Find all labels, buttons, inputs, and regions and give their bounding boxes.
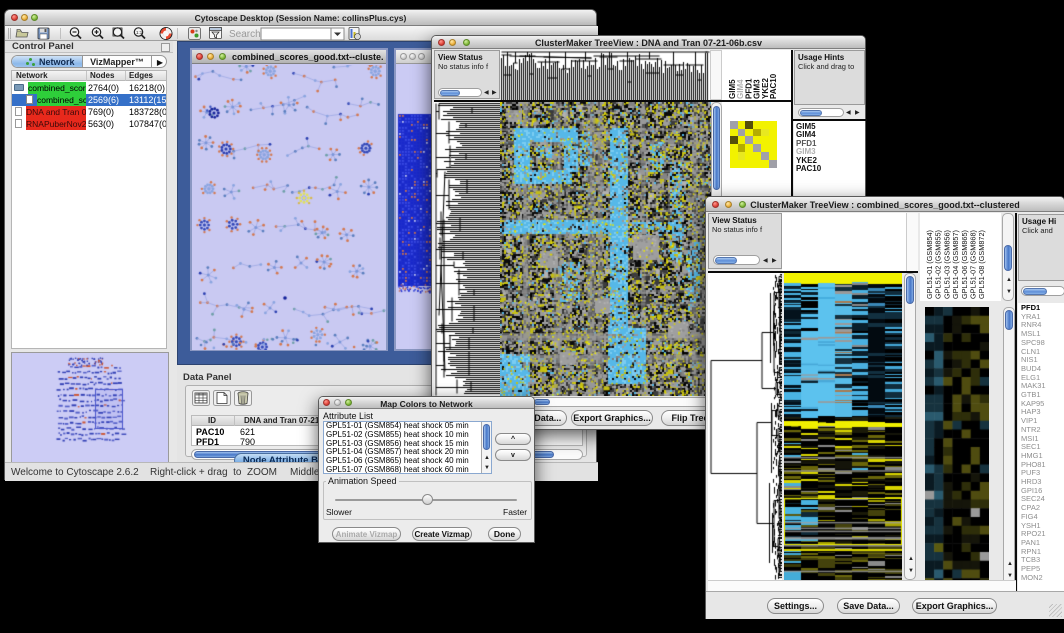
svg-text:GPL51-06 (GSM865): GPL51-06 (GSM865) — [960, 230, 969, 299]
svg-text:GPL51-01 (GSM854): GPL51-01 (GSM854) — [925, 230, 934, 299]
svg-text:GPL51-07 (GSM868): GPL51-07 (GSM868) — [969, 230, 978, 299]
svg-text:PAC10: PAC10 — [769, 73, 778, 99]
svg-text:GPL51-04 (GSM857): GPL51-04 (GSM857) — [951, 230, 960, 299]
svg-text:GPL51-02 (GSM855): GPL51-02 (GSM855) — [934, 230, 943, 299]
svg-text:GPL51-08 (GSM872): GPL51-08 (GSM872) — [977, 230, 986, 299]
svg-text:Search:: Search: — [229, 29, 263, 40]
svg-text:GPL51-03 (GSM856): GPL51-03 (GSM856) — [942, 230, 951, 299]
svg-text:1:1: 1:1 — [136, 30, 143, 35]
